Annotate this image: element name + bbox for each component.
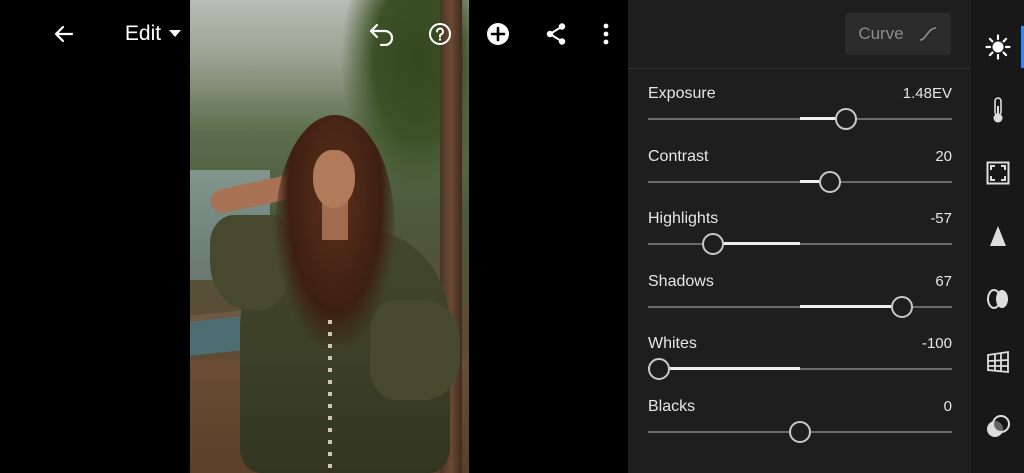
share-button[interactable] [536, 14, 576, 54]
rail-item-optics[interactable] [971, 277, 1024, 321]
slider-handle[interactable] [890, 295, 913, 318]
undo-button[interactable] [362, 14, 402, 54]
rail-item-color[interactable] [971, 88, 1024, 132]
slider-whites: Whites -100 [648, 335, 952, 391]
mask-circles-icon [986, 415, 1010, 437]
slider-value: 20 [935, 147, 952, 165]
share-icon [546, 23, 566, 45]
light-icon [984, 34, 1011, 60]
slider-value: 0 [943, 398, 952, 415]
slider-label: Whites [648, 335, 697, 353]
slider-exposure: Exposure 1.48EV [648, 85, 952, 141]
rail-item-masking[interactable] [971, 405, 1024, 449]
curve-label: Curve [858, 24, 904, 43]
edit-mode-label: Edit [124, 22, 162, 45]
photo-preview[interactable] [190, 0, 469, 473]
rail-item-effects[interactable] [971, 151, 1024, 195]
panel-divider [628, 68, 971, 69]
curve-button[interactable]: Curve [845, 13, 951, 55]
adjustments-panel: Curve Exposure 1.48EV Contrast 20 Highlights… [628, 0, 971, 473]
slider-label: Shadows [648, 272, 714, 290]
photo-dress-buttons [328, 320, 332, 473]
tool-rail [971, 0, 1024, 473]
slider-fill [800, 304, 902, 308]
rail-item-geometry[interactable] [971, 340, 1024, 384]
slider-handle[interactable] [702, 233, 725, 256]
more-vertical-icon [603, 23, 609, 45]
curve-icon [919, 27, 936, 41]
geometry-grid-icon [986, 350, 1009, 373]
slider-highlights: Highlights -57 [648, 210, 952, 266]
color-temperature-icon [993, 97, 1002, 123]
photo-sleeve-right [370, 300, 460, 400]
slider-label: Contrast [648, 147, 709, 165]
slider-label: Highlights [648, 210, 719, 228]
slider-track[interactable] [648, 243, 952, 246]
plus-circle-icon [487, 23, 509, 45]
slider-contrast: Contrast 20 [648, 148, 952, 204]
arrow-left-icon [54, 25, 74, 43]
caret-down-icon [169, 30, 182, 37]
rail-item-detail[interactable] [971, 214, 1024, 258]
slider-fill [713, 242, 800, 246]
slider-shadows: Shadows 67 [648, 273, 952, 329]
photo-canvas-area [0, 0, 628, 473]
slider-handle[interactable] [819, 170, 842, 193]
slider-handle[interactable] [789, 421, 811, 443]
slider-handle[interactable] [834, 108, 857, 130]
help-circle-icon [429, 23, 451, 45]
more-options-button[interactable] [586, 14, 626, 54]
detail-triangle-icon [989, 226, 1006, 246]
slider-label: Blacks [648, 398, 696, 415]
slider-label: Exposure [648, 85, 716, 102]
slider-value: -57 [930, 210, 952, 228]
slider-value: 1.48EV [902, 85, 952, 102]
slider-value: 67 [935, 272, 952, 290]
rail-item-light[interactable] [971, 25, 1024, 69]
slider-value: -100 [921, 335, 952, 353]
back-button[interactable] [44, 14, 84, 54]
edit-mode-dropdown[interactable]: Edit [108, 14, 198, 54]
help-button[interactable] [420, 14, 460, 54]
add-button[interactable] [478, 14, 518, 54]
slider-blacks: Blacks 0 [648, 398, 952, 454]
slider-fill [648, 367, 800, 371]
slider-handle[interactable] [648, 358, 670, 381]
effects-frame-icon [986, 161, 1009, 185]
optics-icon [986, 289, 1008, 309]
photo-face [313, 150, 355, 208]
undo-icon [369, 23, 394, 46]
